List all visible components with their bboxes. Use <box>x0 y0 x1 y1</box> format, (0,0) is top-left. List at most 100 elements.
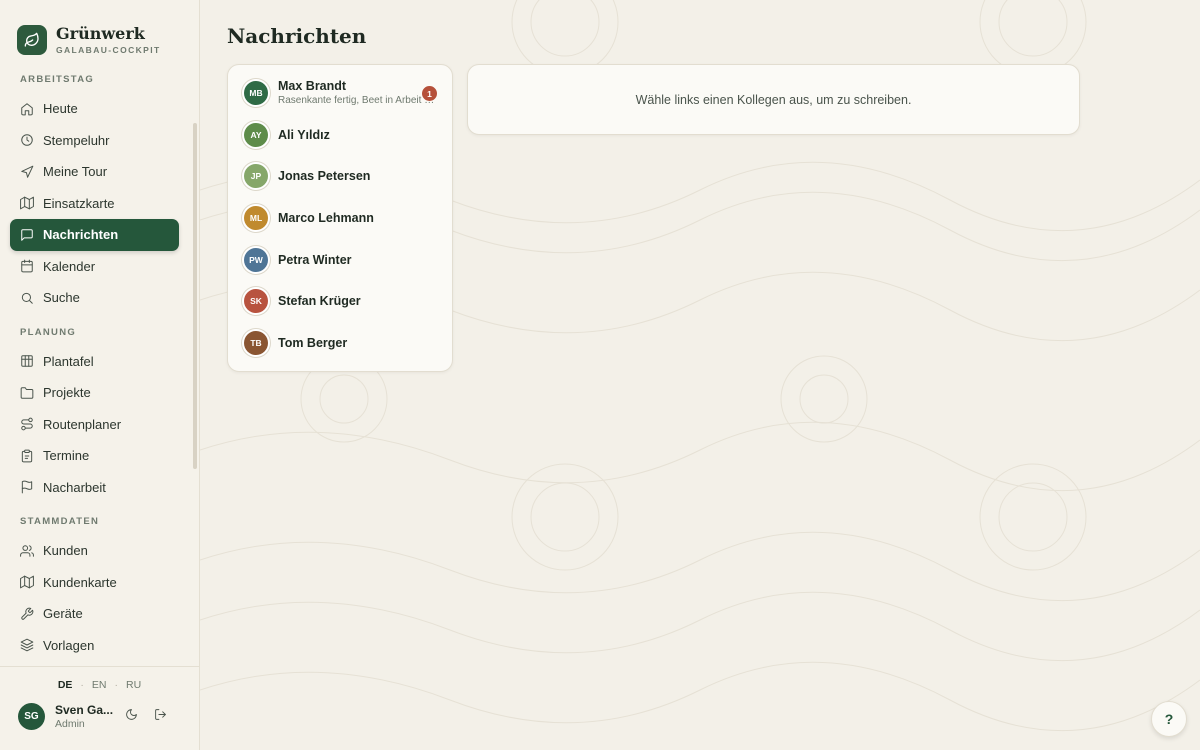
sidebar-item-kundenkarte[interactable]: Kundenkarte <box>10 567 179 599</box>
sidebar-item-projekte[interactable]: Projekte <box>10 377 179 409</box>
sidebar-item-label: Kunden <box>43 543 88 559</box>
sidebar-item-label: Nachrichten <box>43 227 119 243</box>
map-icon <box>20 196 34 210</box>
grid-icon <box>20 354 34 368</box>
contact-name: Ali Yıldız <box>278 127 330 142</box>
contact-name: Marco Lehmann <box>278 210 374 225</box>
sidebar-item-einsatzkarte[interactable]: Einsatzkarte <box>10 188 179 220</box>
sidebar-item-nachrichten[interactable]: Nachrichten <box>10 219 179 251</box>
contact-item[interactable]: JP Jonas Petersen <box>228 155 452 197</box>
users-icon <box>20 544 34 558</box>
lang-ru[interactable]: RU <box>126 679 141 691</box>
sidebar-item-label: Termine <box>43 448 90 464</box>
search-icon <box>20 291 34 305</box>
contact-item[interactable]: TB Tom Berger <box>228 322 452 364</box>
sidebar-item-kunden[interactable]: Kunden <box>10 535 179 567</box>
contact-name: Stefan Krüger <box>278 294 361 309</box>
unread-badge: 1 <box>422 86 437 101</box>
message-icon <box>20 228 34 242</box>
sidebar-item-termine[interactable]: Termine <box>10 440 179 472</box>
sidebar-item-geräte[interactable]: Geräte <box>10 598 179 630</box>
contact-name: Max Brandt <box>278 79 347 94</box>
brand-name: Grünwerk <box>56 24 145 43</box>
sidebar-item-routenplaner[interactable]: Routenplaner <box>10 409 179 441</box>
clipboard-icon <box>20 449 34 463</box>
contact-list: MB Max Brandt Rasenkante fertig, Beet in A… <box>227 64 453 372</box>
sidebar: Grünwerk GALABAU-COCKPIT ARBEITSTAG Heute… <box>0 0 200 750</box>
sidebar-item-label: Geräte <box>43 606 83 622</box>
layers-icon <box>20 638 34 652</box>
sidebar-item-label: Plantafel <box>43 353 94 369</box>
sidebar-item-label: Nacharbeit <box>43 479 106 495</box>
sidebar-item-label: Kundenkarte <box>43 574 117 590</box>
lang-en[interactable]: EN <box>92 679 107 691</box>
sidebar-scrollbar[interactable] <box>193 123 197 469</box>
contact-avatar: ML <box>244 205 268 230</box>
sidebar-item-label: Projekte <box>43 385 91 401</box>
sidebar-footer: DE · EN · RU SG Sven Ga... Admin <box>0 666 199 750</box>
contact-avatar: MB <box>244 80 268 105</box>
contact-item[interactable]: SK Stefan Krüger <box>228 280 452 322</box>
contact-avatar: TB <box>244 330 268 355</box>
sidebar-item-kalender[interactable]: Kalender <box>10 251 179 283</box>
contact-item[interactable]: MB Max Brandt Rasenkante fertig, Beet in A… <box>228 72 452 114</box>
sidebar-item-vorlagen[interactable]: Vorlagen <box>10 630 179 662</box>
contact-avatar: SK <box>244 289 268 314</box>
contact-item[interactable]: PW Petra Winter <box>228 239 452 281</box>
clock-icon <box>20 133 34 147</box>
contact-avatar: JP <box>244 164 268 189</box>
sidebar-item-label: Suche <box>43 290 80 306</box>
map-icon <box>20 575 34 589</box>
sidebar-item-plantafel[interactable]: Plantafel <box>10 346 179 378</box>
sidebar-item-label: Stempeluhr <box>43 132 110 148</box>
contact-preview: Rasenkante fertig, Beet in Arbeit … <box>278 95 435 107</box>
user-row: SG Sven Ga... Admin <box>0 691 199 730</box>
section-label: ARBEITSTAG <box>20 74 95 85</box>
logout-icon[interactable] <box>154 708 167 726</box>
route-icon <box>20 417 34 431</box>
sidebar-item-stempeluhr[interactable]: Stempeluhr <box>10 125 179 157</box>
app: Grünwerk GALABAU-COCKPIT ARBEITSTAG Heute… <box>0 0 1200 750</box>
sidebar-item-label: Einsatzkarte <box>43 195 115 211</box>
sidebar-item-label: Vorlagen <box>43 637 95 653</box>
page-title: Nachrichten <box>227 24 367 48</box>
user-name: Sven Ga... <box>55 703 114 717</box>
brand-subtitle: GALABAU-COCKPIT <box>56 45 161 55</box>
sidebar-item-meine-tour[interactable]: Meine Tour <box>10 156 179 188</box>
contact-item[interactable]: AY Ali Yıldız <box>228 114 452 156</box>
flag-icon <box>20 480 34 494</box>
sidebar-item-label: Routenplaner <box>43 416 122 432</box>
lang-separator: · <box>114 679 119 691</box>
sidebar-nav: ARBEITSTAG Heute Stempeluhr Meine Tour Einsa… <box>0 64 199 666</box>
help-button[interactable]: ? <box>1151 701 1187 737</box>
contact-item[interactable]: ML Marco Lehmann <box>228 197 452 239</box>
wrench-icon <box>20 607 34 621</box>
folder-icon <box>20 386 34 400</box>
contact-avatar: PW <box>244 247 268 272</box>
contact-name: Tom Berger <box>278 335 348 350</box>
contact-name: Jonas Petersen <box>278 169 371 184</box>
lang-separator: · <box>80 679 84 691</box>
section-label: PLANUNG <box>20 326 77 338</box>
user-role: Admin <box>55 718 85 730</box>
sidebar-item-nacharbeit[interactable]: Nacharbeit <box>10 472 179 504</box>
chat-empty-text: Wähle links einen Kollegen aus, um zu sc… <box>635 92 912 107</box>
sidebar-item-suche[interactable]: Suche <box>10 282 179 314</box>
chat-panel: Wähle links einen Kollegen aus, um zu sc… <box>467 64 1080 135</box>
main-content: Nachrichten MB Max Brandt Rasenkante ferti… <box>200 0 1200 750</box>
moon-icon[interactable] <box>125 708 138 726</box>
language-switcher: DE · EN · RU <box>0 667 199 691</box>
brand[interactable]: Grünwerk GALABAU-COCKPIT <box>0 0 199 64</box>
sidebar-item-label: Heute <box>43 101 78 117</box>
home-icon <box>20 102 34 116</box>
avatar[interactable]: SG <box>18 703 45 730</box>
navigation-icon <box>20 165 34 179</box>
sidebar-item-label: Meine Tour <box>43 164 108 180</box>
contact-avatar: AY <box>244 122 268 147</box>
sidebar-item-label: Kalender <box>43 258 96 274</box>
sidebar-item-heute[interactable]: Heute <box>10 93 179 125</box>
leaf-icon <box>17 25 47 55</box>
calendar-icon <box>20 259 34 273</box>
lang-de[interactable]: DE <box>58 679 73 691</box>
contact-name: Petra Winter <box>278 252 352 267</box>
